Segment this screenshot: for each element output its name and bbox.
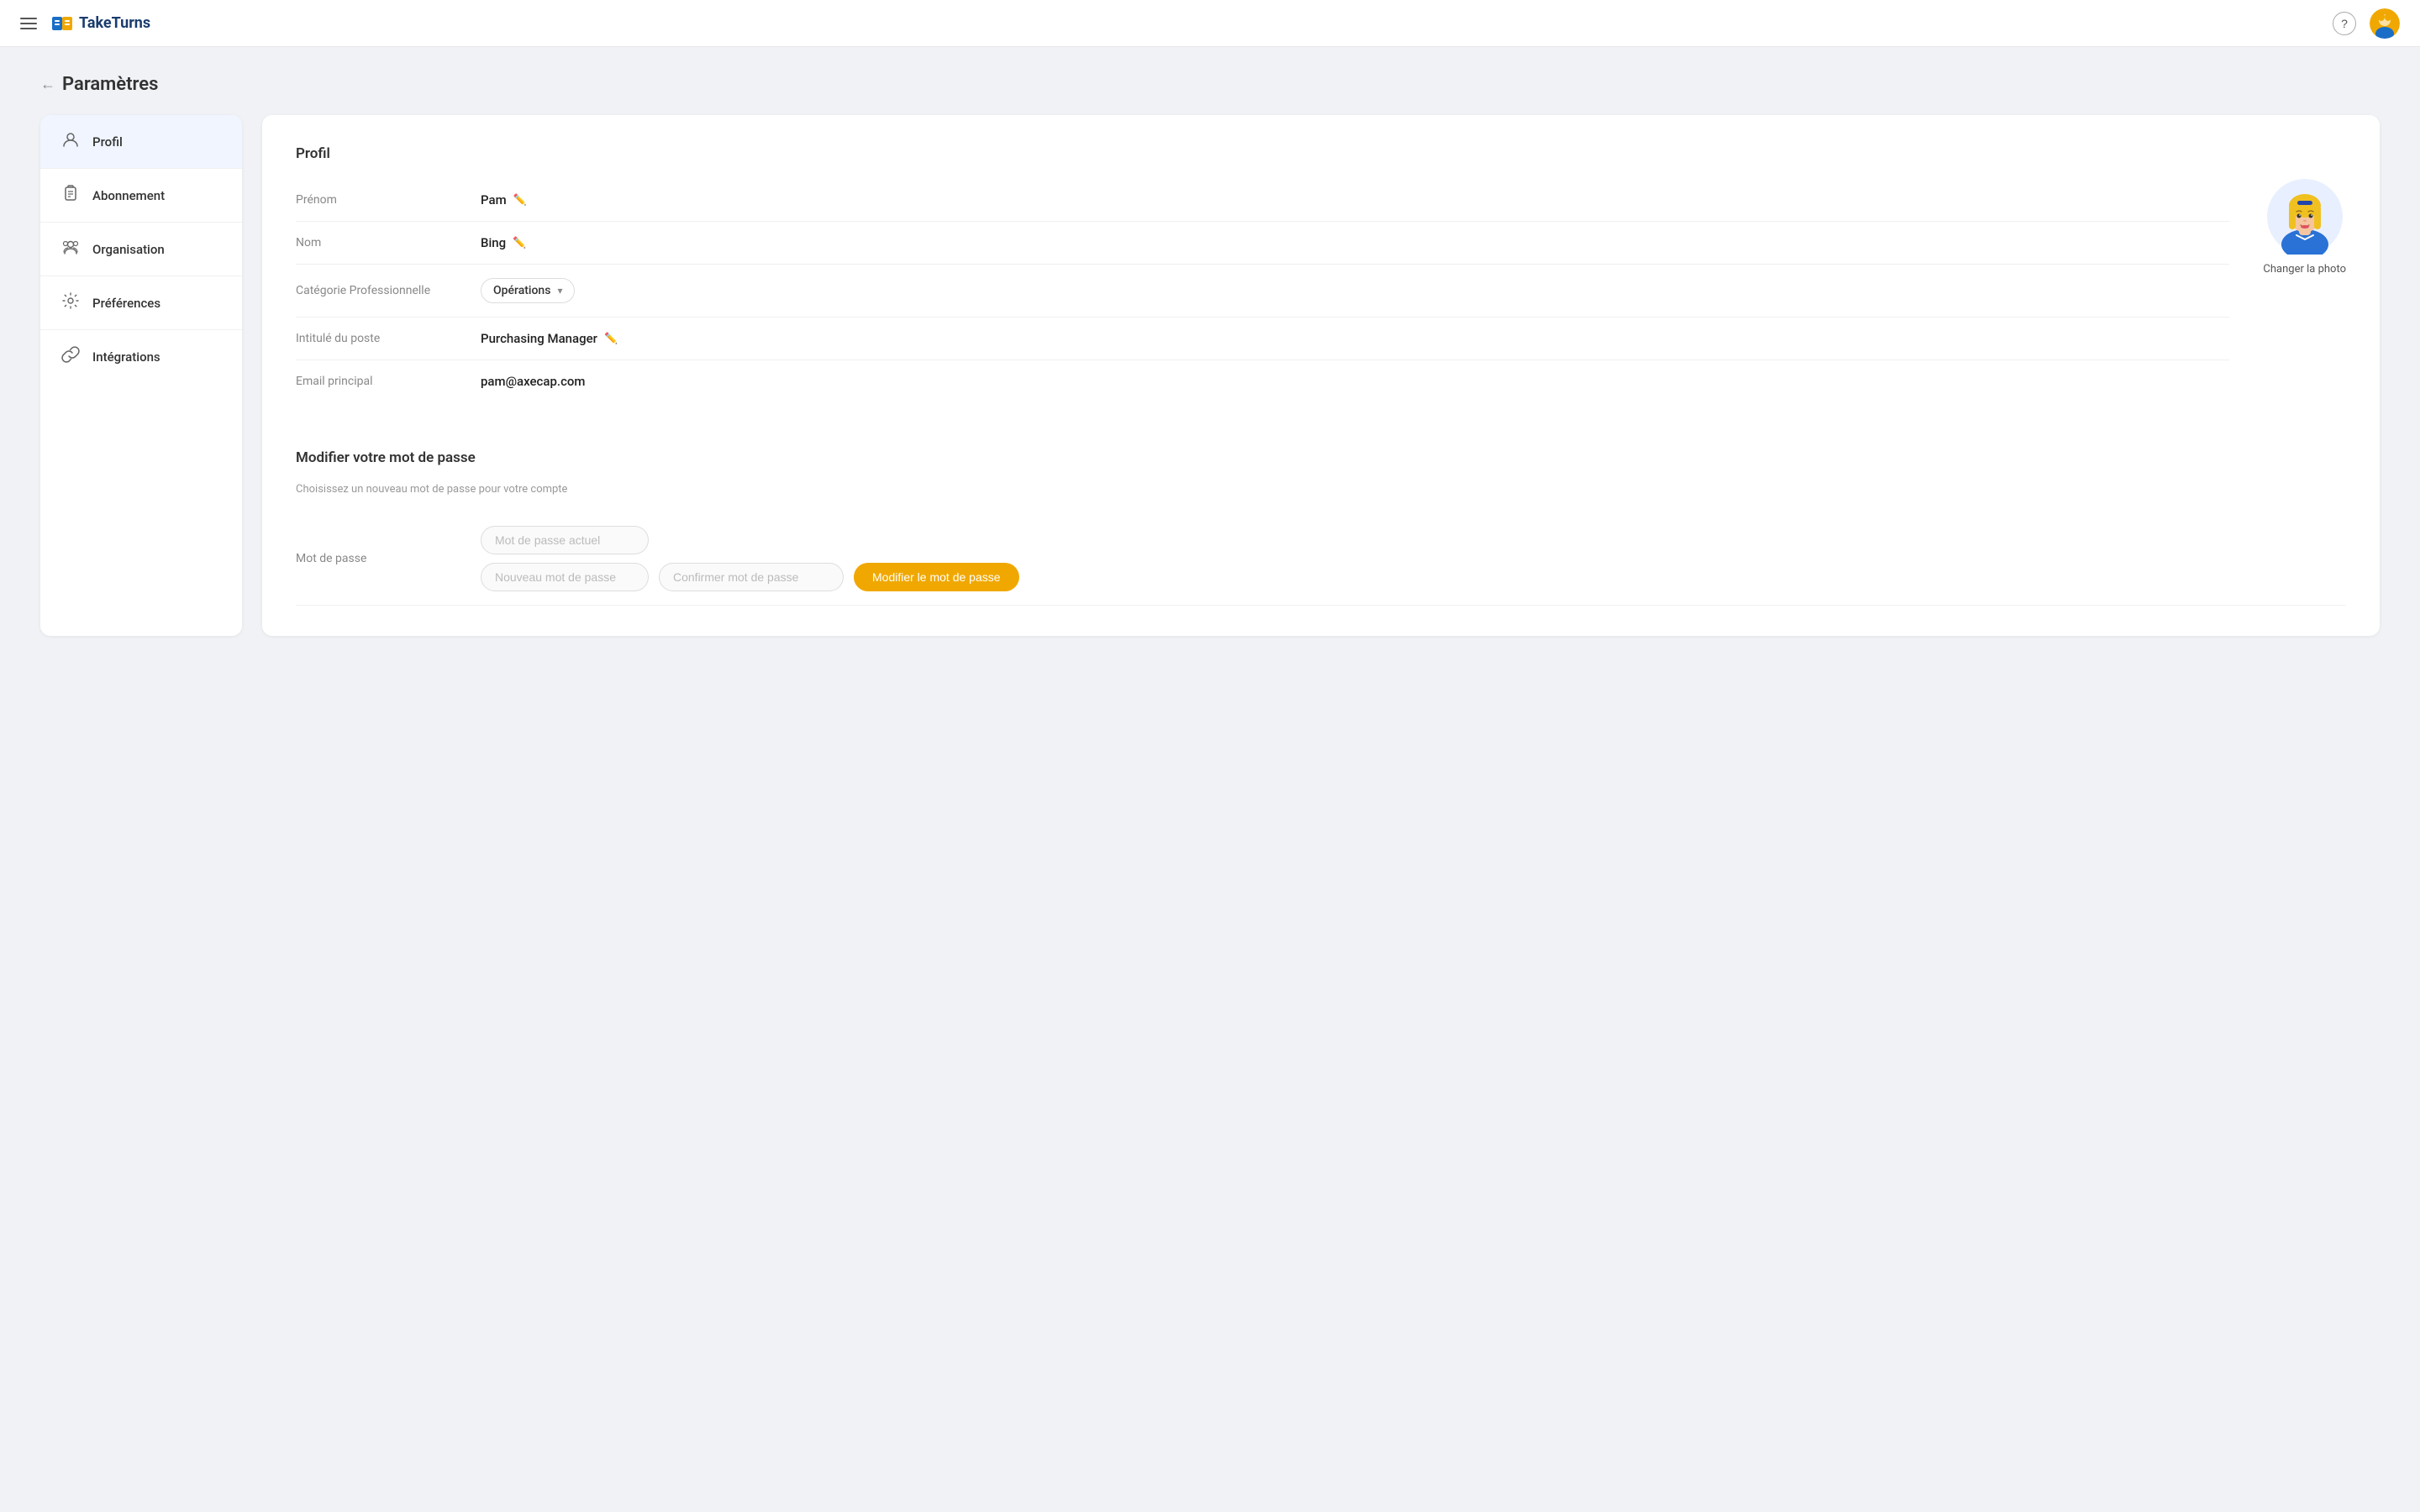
breadcrumb: ← Paramètres bbox=[40, 74, 2380, 95]
categorie-dropdown[interactable]: Opérations ▾ bbox=[481, 278, 575, 303]
chevron-down-icon: ▾ bbox=[557, 285, 562, 297]
sidebar-item-label-organisation: Organisation bbox=[92, 242, 165, 257]
logo[interactable]: TakeTurns bbox=[50, 12, 150, 35]
hamburger-menu[interactable] bbox=[20, 18, 37, 29]
poste-value: Purchasing Manager bbox=[481, 331, 597, 346]
sidebar-item-integrations[interactable]: Intégrations bbox=[40, 330, 242, 383]
field-row-poste: Intitulé du poste Purchasing Manager ✏️ bbox=[296, 318, 2229, 360]
password-section: Modifier votre mot de passe Choisissez u… bbox=[296, 433, 2346, 606]
group-icon bbox=[60, 238, 81, 260]
field-row-email: Email principal pam@axecap.com bbox=[296, 360, 2229, 402]
sidebar-item-abonnement[interactable]: Abonnement bbox=[40, 169, 242, 223]
sidebar-item-organisation[interactable]: Organisation bbox=[40, 223, 242, 276]
field-label-prenom: Prénom bbox=[296, 193, 481, 207]
save-password-button[interactable]: Modifier le mot de passe bbox=[854, 563, 1019, 591]
sidebar-item-label-preferences: Préférences bbox=[92, 296, 160, 311]
profile-fields: Prénom Pam ✏️ Nom Bing ✏️ bbox=[296, 179, 2229, 402]
profile-section-title: Profil bbox=[296, 145, 2346, 162]
edit-poste-icon[interactable]: ✏️ bbox=[604, 333, 618, 345]
field-value-email: pam@axecap.com bbox=[481, 374, 585, 389]
gear-icon bbox=[60, 291, 81, 314]
user-icon bbox=[60, 130, 81, 153]
field-row-categorie: Catégorie Professionnelle Opérations ▾ bbox=[296, 265, 2229, 318]
sidebar: Profil Abonnement bbox=[40, 115, 242, 636]
avatar-image bbox=[2267, 179, 2343, 255]
field-value-nom: Bing ✏️ bbox=[481, 235, 526, 250]
password-inputs-row2: Modifier le mot de passe bbox=[481, 563, 1019, 591]
sidebar-item-label-integrations: Intégrations bbox=[92, 349, 160, 365]
edit-prenom-icon[interactable]: ✏️ bbox=[513, 194, 527, 207]
avatar-container bbox=[2267, 179, 2343, 255]
sidebar-item-label-abonnement: Abonnement bbox=[92, 188, 165, 203]
profile-section: Profil Prénom Pam ✏️ N bbox=[296, 145, 2346, 402]
link-icon bbox=[60, 345, 81, 368]
field-label-poste: Intitulé du poste bbox=[296, 332, 481, 345]
user-avatar-header[interactable] bbox=[2370, 8, 2400, 39]
page-title: Paramètres bbox=[62, 74, 158, 95]
current-password-input[interactable] bbox=[481, 526, 649, 554]
sidebar-item-label-profil: Profil bbox=[92, 134, 123, 150]
prenom-value: Pam bbox=[481, 192, 507, 207]
main-card: Profil Prénom Pam ✏️ N bbox=[262, 115, 2380, 636]
password-row: Mot de passe Modifier le mot de passe bbox=[296, 512, 2346, 606]
field-label-nom: Nom bbox=[296, 236, 481, 249]
change-photo-button[interactable]: Changer la photo bbox=[2263, 263, 2346, 276]
sidebar-item-preferences[interactable]: Préférences bbox=[40, 276, 242, 330]
password-section-title: Modifier votre mot de passe bbox=[296, 449, 2346, 466]
field-row-nom: Nom Bing ✏️ bbox=[296, 222, 2229, 265]
header: TakeTurns ? bbox=[0, 0, 2420, 47]
content-layout: Profil Abonnement bbox=[40, 115, 2380, 636]
field-value-categorie: Opérations ▾ bbox=[481, 278, 575, 303]
nom-value: Bing bbox=[481, 235, 506, 250]
edit-nom-icon[interactable]: ✏️ bbox=[513, 237, 526, 249]
password-field-label: Mot de passe bbox=[296, 552, 481, 565]
password-description: Choisissez un nouveau mot de passe pour … bbox=[296, 483, 2346, 496]
sidebar-item-profil[interactable]: Profil bbox=[40, 115, 242, 169]
current-password-wrapper bbox=[481, 526, 1019, 554]
profile-top: Prénom Pam ✏️ Nom Bing ✏️ bbox=[296, 179, 2346, 402]
clipboard-icon bbox=[60, 184, 81, 207]
logo-icon bbox=[50, 12, 74, 35]
field-value-prenom: Pam ✏️ bbox=[481, 192, 527, 207]
field-label-categorie: Catégorie Professionnelle bbox=[296, 284, 481, 297]
page: ← Paramètres Profil bbox=[0, 47, 2420, 663]
back-arrow[interactable]: ← bbox=[40, 76, 55, 93]
help-button[interactable]: ? bbox=[2333, 12, 2356, 35]
confirm-password-input[interactable] bbox=[659, 563, 844, 591]
header-right: ? bbox=[2333, 8, 2400, 39]
field-label-email: Email principal bbox=[296, 375, 481, 388]
new-password-input[interactable] bbox=[481, 563, 649, 591]
logo-text: TakeTurns bbox=[79, 14, 150, 32]
field-value-poste: Purchasing Manager ✏️ bbox=[481, 331, 618, 346]
field-row-prenom: Prénom Pam ✏️ bbox=[296, 179, 2229, 222]
password-inputs: Modifier le mot de passe bbox=[481, 526, 1019, 591]
avatar-section: Changer la photo bbox=[2263, 179, 2346, 276]
email-value: pam@axecap.com bbox=[481, 374, 585, 389]
header-left: TakeTurns bbox=[20, 12, 150, 35]
categorie-value: Opérations bbox=[493, 284, 550, 297]
